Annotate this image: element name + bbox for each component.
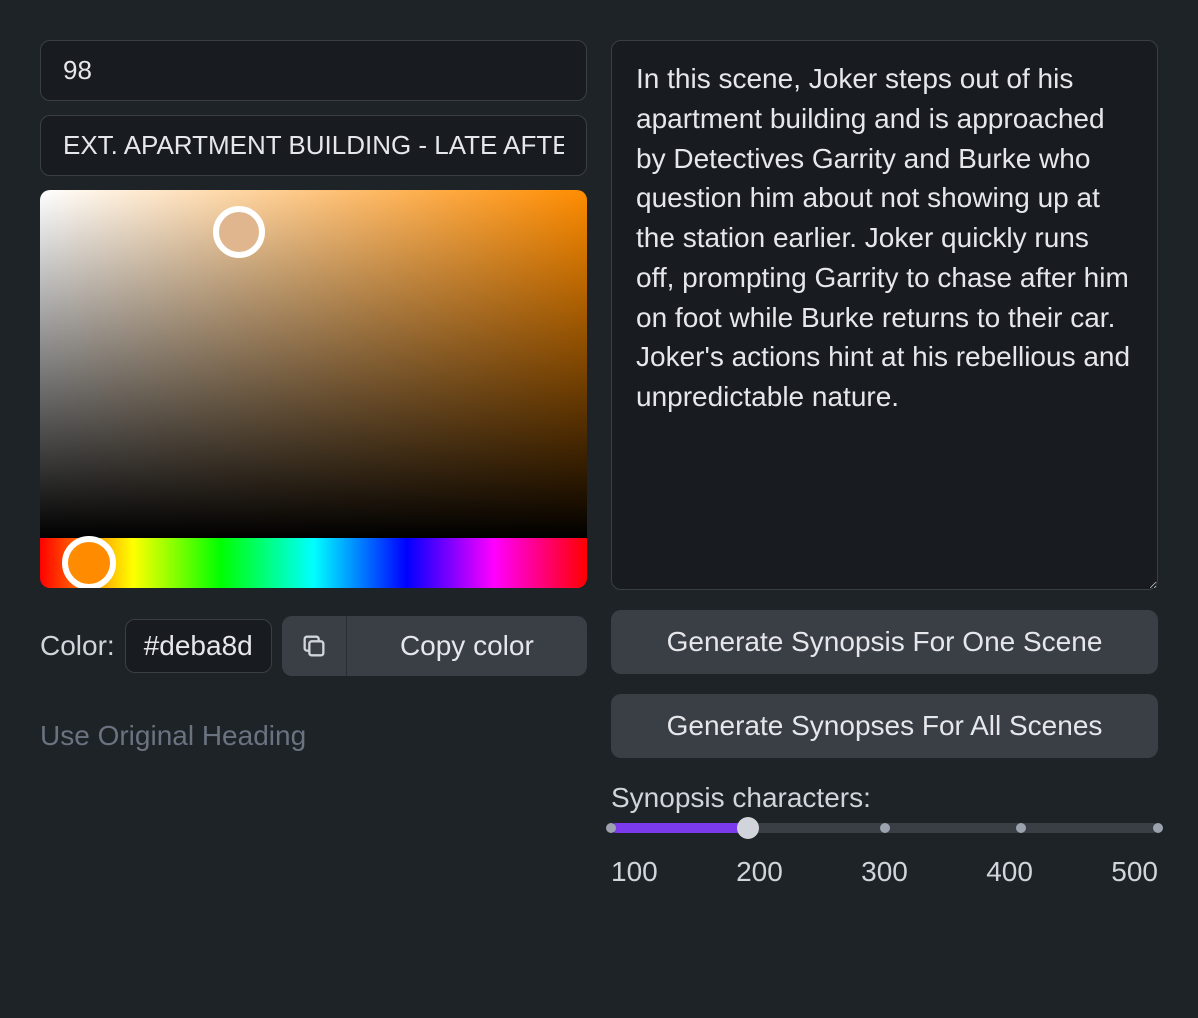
- scene-heading-input[interactable]: [40, 115, 587, 176]
- use-original-heading-button[interactable]: Use Original Heading: [40, 720, 587, 752]
- slider-tick: [880, 823, 890, 833]
- copy-color-icon-button[interactable]: [282, 616, 346, 676]
- slider-tick-label: 100: [611, 856, 658, 888]
- color-hex-value: #deba8d: [125, 619, 272, 673]
- slider-tick-label: 400: [986, 856, 1033, 888]
- generate-one-scene-button[interactable]: Generate Synopsis For One Scene: [611, 610, 1158, 674]
- copy-color-group: Copy color: [282, 616, 587, 676]
- hue-handle[interactable]: [62, 536, 116, 588]
- slider-track: [611, 823, 1158, 833]
- slider-label: Synopsis characters:: [611, 782, 1158, 814]
- saturation-handle[interactable]: [213, 206, 265, 258]
- slider-thumb[interactable]: [737, 817, 759, 839]
- slider-tick-label: 500: [1111, 856, 1158, 888]
- saturation-area[interactable]: [40, 190, 587, 538]
- slider-section: Synopsis characters: 100 200 300 400 500: [611, 782, 1158, 888]
- color-row: Color: #deba8d Copy color: [40, 616, 587, 676]
- synopsis-characters-slider[interactable]: [611, 818, 1158, 838]
- slider-labels: 100 200 300 400 500: [611, 856, 1158, 888]
- slider-tick: [1153, 823, 1163, 833]
- generate-all-scenes-button[interactable]: Generate Synopses For All Scenes: [611, 694, 1158, 758]
- slider-tick-label: 200: [736, 856, 783, 888]
- color-picker: [40, 190, 587, 588]
- copy-color-button[interactable]: Copy color: [346, 616, 587, 676]
- scene-number-input[interactable]: [40, 40, 587, 101]
- synopsis-textarea[interactable]: In this scene, Joker steps out of his ap…: [611, 40, 1158, 590]
- slider-tick-label: 300: [861, 856, 908, 888]
- copy-icon: [300, 632, 328, 660]
- slider-tick: [606, 823, 616, 833]
- hue-slider[interactable]: [40, 538, 587, 588]
- slider-fill: [611, 823, 748, 833]
- left-panel: Color: #deba8d Copy color Use Original H…: [40, 40, 587, 888]
- right-panel: In this scene, Joker steps out of his ap…: [611, 40, 1158, 888]
- color-label: Color:: [40, 630, 115, 662]
- slider-tick: [1016, 823, 1026, 833]
